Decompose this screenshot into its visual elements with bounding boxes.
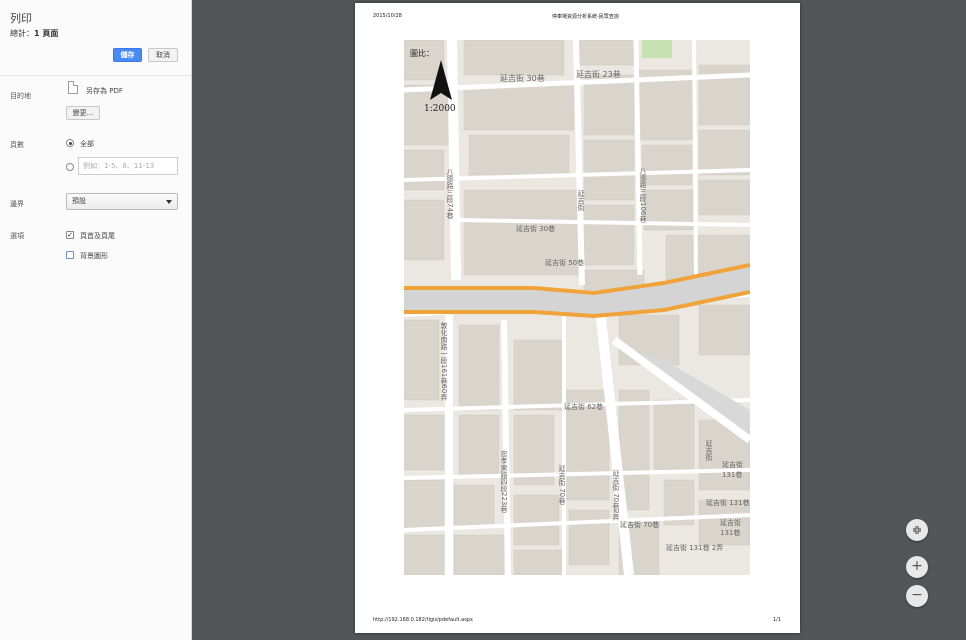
street-label: 延吉街 30巷 [500, 74, 545, 83]
divider [0, 75, 191, 76]
street-label: 忠孝東路四段223巷 [500, 450, 508, 513]
fit-to-page-button[interactable] [906, 519, 928, 541]
map-image: 圖比： 1:2000 延吉街 30巷 延吉街 23巷 八德路三段74巷 八德路三… [404, 40, 750, 575]
page-footer-number: 1/1 [773, 617, 782, 623]
page-header-title: 停車場資源分析系統-民眾查詢 [552, 14, 619, 20]
margins-label: 邊界 [10, 200, 24, 208]
pages-all-radio[interactable] [66, 139, 74, 147]
street-label: 延吉街 [705, 440, 713, 461]
options-label: 選項 [10, 232, 24, 240]
fit-to-page-icon [913, 526, 921, 534]
pages-label: 頁數 [10, 141, 24, 149]
chevron-down-icon [166, 200, 172, 204]
pages-range-input[interactable]: 例如：1-5、8、11-13 [78, 157, 178, 175]
street-label: 延吉街 50巷 [545, 259, 585, 267]
margins-value: 預設 [72, 197, 86, 205]
street-label: 延吉街 70巷2弄 [612, 470, 620, 521]
zoom-out-button[interactable]: − [906, 585, 928, 607]
street-label: 延吉街 131巷 2弄 [666, 544, 724, 552]
margins-select[interactable]: 預設 [66, 193, 178, 210]
change-destination-button[interactable]: 變更... [66, 106, 100, 120]
cancel-button[interactable]: 取消 [148, 48, 178, 62]
street-label: 延吉街 62巷 [564, 403, 604, 411]
save-button[interactable]: 儲存 [113, 48, 142, 62]
page-header-date: 2015/10/28 [373, 13, 402, 19]
pages-range-radio[interactable] [66, 163, 74, 171]
print-title: 列印 [10, 12, 32, 25]
street-label: 敦化南路一段161巷60弄 [440, 322, 448, 401]
header-footer-checkbox[interactable]: ✓ [66, 231, 74, 239]
street-label: 延吉街 30巷 [516, 225, 556, 233]
street-label: 延吉街 131巷 [722, 461, 743, 479]
destination-label: 目的地 [10, 92, 31, 100]
total-label: 總計： [10, 29, 34, 38]
pdf-file-icon [68, 81, 78, 94]
street-label: 延吉街 131巷 [720, 519, 741, 537]
north-arrow-icon [430, 60, 452, 100]
pages-all-label: 全部 [80, 140, 94, 148]
page-total: 總計：1 頁面 [10, 28, 58, 39]
street-label: 八德路三段106巷 [639, 167, 647, 223]
street-label: 延吉街 70巷 [620, 521, 660, 529]
map-svg [404, 40, 750, 575]
print-settings-panel: 列印 總計：1 頁面 儲存 取消 目的地 另存為 PDF 變更... 頁數 全部… [0, 0, 192, 640]
total-value: 1 頁面 [34, 29, 59, 38]
page-footer-url: http://192.168.0.182/tlgis/pdefault.aspx [373, 617, 473, 623]
destination-value: 另存為 PDF [86, 87, 123, 95]
street-label: 延吉街 70巷 [558, 465, 566, 505]
background-graphics-label: 背景圖形 [80, 252, 108, 260]
street-label: 八德路三段74巷 [446, 168, 454, 219]
street-label: 延吉街 23巷 [576, 70, 621, 79]
street-label: 延吉街 131巷 [706, 499, 750, 507]
map-legend-label: 圖比： [410, 49, 434, 58]
zoom-in-button[interactable]: + [906, 556, 928, 578]
background-graphics-checkbox[interactable] [66, 251, 74, 259]
header-footer-label: 頁首及頁尾 [80, 232, 115, 240]
street-label: 延吉街 [577, 190, 585, 211]
map-scale: 1:2000 [424, 104, 456, 114]
